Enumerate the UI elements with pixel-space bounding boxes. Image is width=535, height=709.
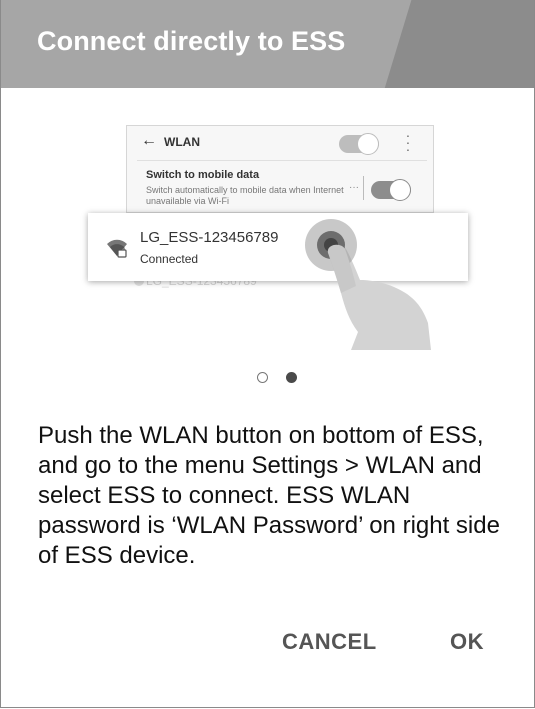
page-dot-1[interactable] [257,372,268,383]
ok-button[interactable]: OK [450,629,484,655]
ess-network-item: LG_ESS-123456789 Connected [88,213,468,281]
cancel-button[interactable]: CANCEL [282,629,377,655]
instruction-illustration: ← WLAN · · · Switch to mobile data Switch … [1,88,534,388]
more-options-icon: · · · [405,127,411,157]
dialog-actions: CANCEL OK [1,629,534,669]
page-indicator [1,370,534,386]
connect-dialog: Connect directly to ESS ← WLAN · · · Switc… [0,0,535,708]
wlan-settings-preview: ← WLAN · · · Switch to mobile data Switch … [126,125,434,213]
vertical-divider [363,176,364,200]
divider [137,160,427,161]
network-status: Connected [140,252,199,266]
wlan-title: WLAN [164,135,200,149]
wifi-lock-icon [107,239,127,258]
page-dot-2-active[interactable] [286,372,297,383]
switch-mobile-data-description: Switch automatically to mobile data when… [146,185,344,206]
mobile-data-toggle [371,179,411,201]
network-ssid: LG_ESS-123456789 [140,229,279,246]
dialog-title: Connect directly to ESS [37,26,346,56]
wlan-header-row: ← WLAN · · · [127,126,433,160]
switch-mobile-data-title: Switch to mobile data [146,169,260,181]
ellipsis-icon: ··· [349,182,359,193]
back-arrow-icon: ← [141,132,157,149]
instruction-message: Push the WLAN button on bottom of ESS, a… [38,422,500,569]
wlan-toggle [339,133,379,155]
dialog-header: Connect directly to ESS [1,0,534,88]
